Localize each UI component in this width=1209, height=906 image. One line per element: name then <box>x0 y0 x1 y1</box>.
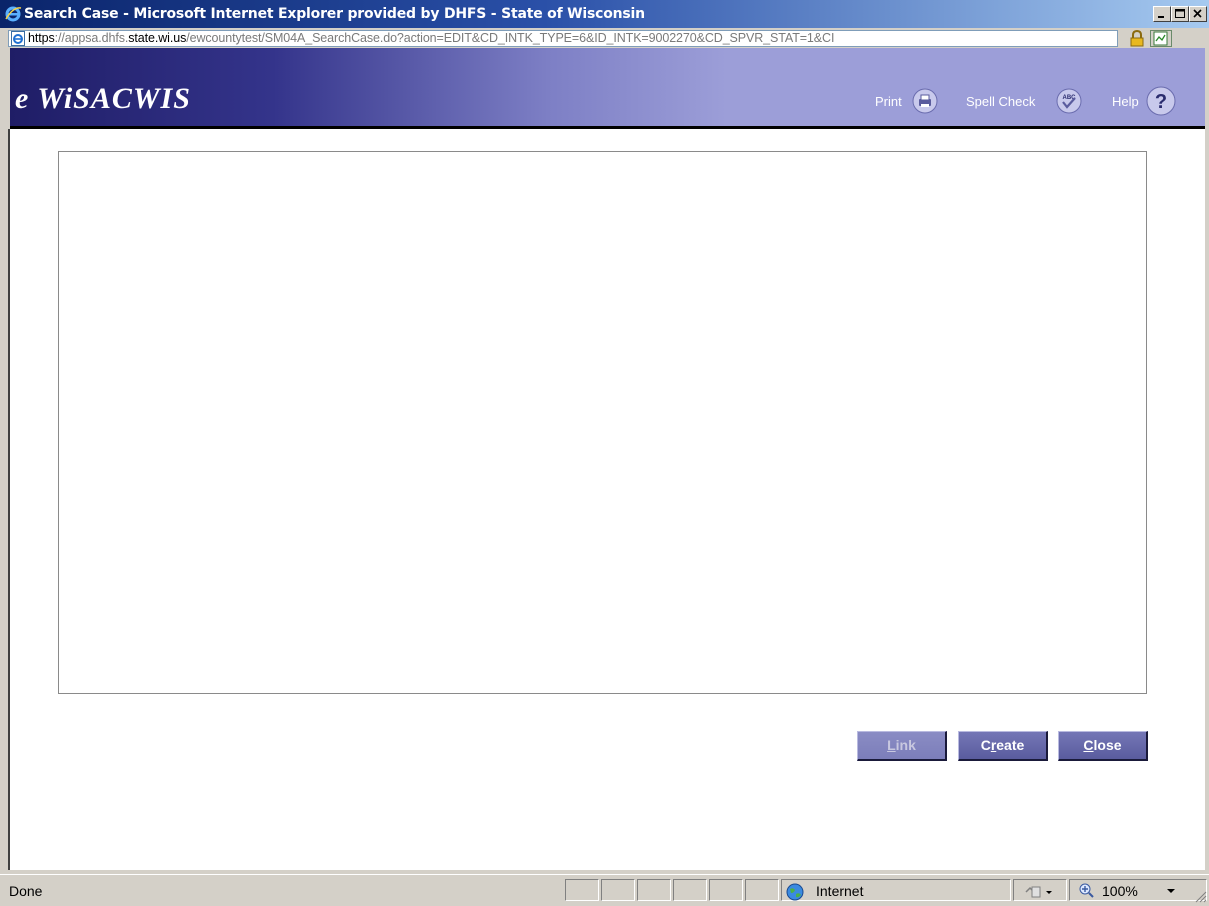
link-button[interactable]: Link <box>857 731 947 761</box>
resize-grip-icon[interactable] <box>1193 889 1207 903</box>
url-host: state.wi.us <box>128 31 187 45</box>
internet-explorer-icon <box>5 6 22 22</box>
create-button-label: eate <box>996 737 1025 753</box>
app-logo: e WiSACWIS <box>15 82 191 115</box>
spell-check-link[interactable]: Spell Check <box>966 88 1035 116</box>
close-window-button[interactable] <box>1189 6 1207 22</box>
close-button-label: lose <box>1093 737 1122 753</box>
url-scheme: https <box>28 31 55 45</box>
status-pane <box>565 879 599 901</box>
chevron-down-icon[interactable] <box>1166 887 1176 895</box>
close-button[interactable]: Close <box>1058 731 1148 761</box>
maximize-button[interactable] <box>1171 6 1189 22</box>
security-lock-button[interactable] <box>1126 29 1148 47</box>
zoom-icon <box>1079 883 1094 898</box>
maximize-icon <box>1175 9 1185 18</box>
svg-text:?: ? <box>1155 91 1167 113</box>
printer-icon[interactable] <box>912 88 938 114</box>
create-button-label-start: C <box>980 737 991 753</box>
link-button-mnemonic: L <box>887 737 896 753</box>
search-results-frame[interactable] <box>58 151 1147 694</box>
close-button-mnemonic: C <box>1083 737 1094 753</box>
status-pane <box>601 879 635 901</box>
spell-check-icon[interactable]: ABC <box>1056 88 1082 114</box>
internet-zone-icon <box>786 883 804 901</box>
link-button-label: ink <box>895 737 916 753</box>
minimize-button[interactable] <box>1153 6 1171 22</box>
address-bar: https://appsa.dhfs.state.wi.us/ewcountyt… <box>0 29 1209 47</box>
security-zone-label: Internet <box>816 883 864 899</box>
url-subdomain: ://appsa.dhfs. <box>54 31 129 45</box>
help-icon[interactable]: ? <box>1146 86 1176 116</box>
status-pane <box>745 879 779 901</box>
address-field[interactable]: https://appsa.dhfs.state.wi.us/ewcountyt… <box>8 30 1118 47</box>
status-bar: Done Internet 100% <box>0 874 1209 906</box>
help-link[interactable]: Help <box>1112 88 1139 116</box>
zoom-level: 100% <box>1102 883 1138 899</box>
status-text: Done <box>9 883 43 899</box>
address-url: https://appsa.dhfs.state.wi.us/ewcountyt… <box>28 31 834 46</box>
lock-icon <box>1130 29 1144 47</box>
status-pane <box>709 879 743 901</box>
close-icon <box>1193 9 1202 18</box>
status-pane <box>637 879 671 901</box>
print-link[interactable]: Print <box>875 88 902 116</box>
ie-page-icon <box>11 31 25 46</box>
window-title: Search Case - Microsoft Internet Explore… <box>24 6 645 22</box>
url-path: /ewcountytest/SM04A_SearchCase.do?action… <box>186 31 835 45</box>
create-button[interactable]: Create <box>958 731 1048 761</box>
window-title-bar: Search Case - Microsoft Internet Explore… <box>0 0 1209 28</box>
status-pane <box>673 879 707 901</box>
popup-settings-icon <box>1025 886 1052 898</box>
report-icon <box>1153 31 1168 46</box>
minimize-icon <box>1158 16 1164 18</box>
page-report-button[interactable] <box>1150 30 1172 47</box>
